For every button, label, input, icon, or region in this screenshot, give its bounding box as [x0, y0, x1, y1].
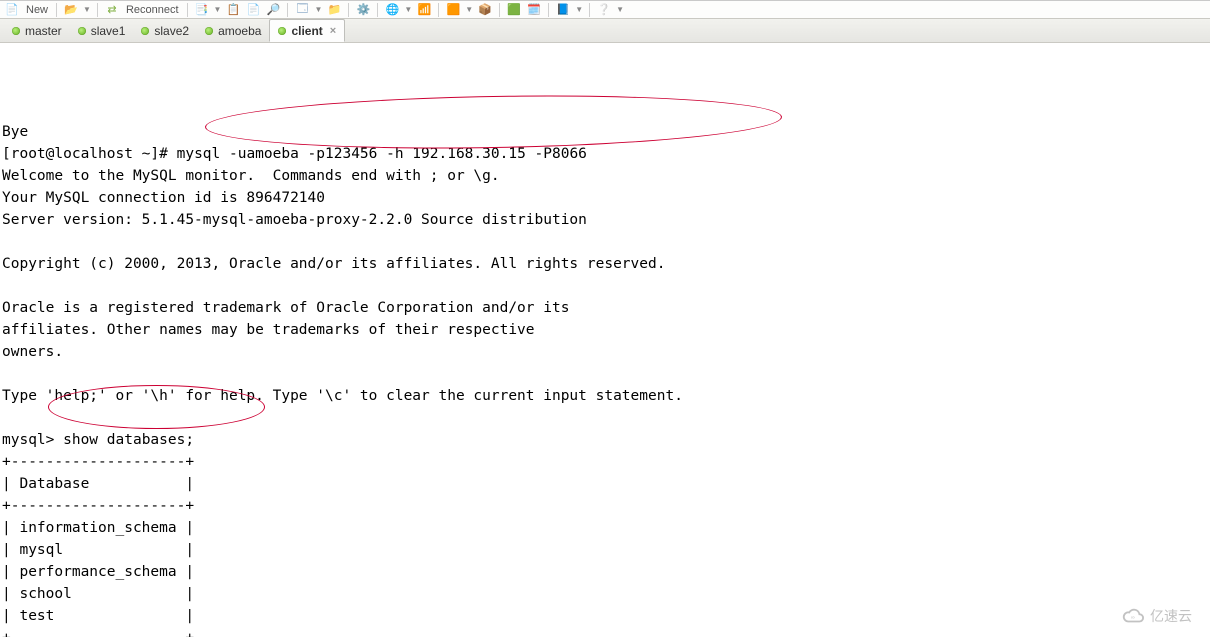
new-button[interactable]: New	[24, 4, 50, 16]
table-row: | performance_schema |	[2, 564, 194, 580]
dropdown-arrow-icon[interactable]: ▼	[465, 5, 473, 14]
terminal-line: Welcome to the MySQL monitor. Commands e…	[2, 168, 500, 184]
terminal-line: affiliates. Other names may be trademark…	[2, 322, 535, 338]
tool-icon-4[interactable]: 🔎	[265, 2, 281, 18]
tab-label: amoeba	[218, 24, 261, 38]
tool-icon-6[interactable]: 📶	[416, 2, 432, 18]
terminal-line: Type 'help;' or '\h' for help. Type '\c'…	[2, 388, 683, 404]
open-icon[interactable]: 📂	[63, 2, 79, 18]
session-tabstrip: master slave1 slave2 amoeba client ×	[0, 18, 1210, 43]
tool-icon-7[interactable]: 🟧	[445, 2, 461, 18]
tab-label: slave2	[154, 24, 189, 38]
tool-icon-1[interactable]: 📑	[194, 2, 210, 18]
watermark-text: 亿速云	[1150, 606, 1192, 626]
shell-command: mysql -uamoeba -p123456 -h 192.168.30.15…	[168, 146, 587, 162]
dropdown-arrow-icon[interactable]: ▼	[214, 5, 222, 14]
dropdown-arrow-icon[interactable]: ▼	[314, 5, 322, 14]
new-file-icon[interactable]: 📄	[4, 2, 20, 18]
table-row: | test |	[2, 608, 194, 624]
cloud-icon: ∞	[1122, 605, 1144, 627]
tool-icon-11[interactable]: 📘	[555, 2, 571, 18]
tool-icon-2[interactable]: 📋	[225, 2, 241, 18]
table-separator: +--------------------+	[2, 630, 194, 637]
tool-icon-9[interactable]: 🟩	[506, 2, 522, 18]
status-dot-icon	[12, 27, 20, 35]
close-icon[interactable]: ×	[328, 25, 336, 37]
terminal-line: Server version: 5.1.45-mysql-amoeba-prox…	[2, 212, 587, 228]
table-separator: +--------------------+	[2, 454, 194, 470]
terminal-line: Your MySQL connection id is 896472140	[2, 190, 325, 206]
help-icon[interactable]: ❔	[596, 2, 612, 18]
table-separator: +--------------------+	[2, 498, 194, 514]
table-row: | mysql |	[2, 542, 194, 558]
status-dot-icon	[78, 27, 86, 35]
watermark: ∞ 亿速云	[1122, 605, 1192, 627]
status-dot-icon	[278, 27, 286, 35]
tool-icon-8[interactable]: 📦	[477, 2, 493, 18]
reconnect-icon[interactable]: ⇄	[104, 2, 120, 18]
tool-icon-5[interactable]: 📁	[326, 2, 342, 18]
terminal-output[interactable]: Bye [root@localhost ~]# mysql -uamoeba -…	[0, 43, 1210, 637]
annotation-ellipse	[205, 91, 783, 153]
shell-prompt: [root@localhost ~]#	[2, 146, 168, 162]
reconnect-button[interactable]: Reconnect	[124, 4, 181, 16]
dropdown-arrow-icon[interactable]: ▼	[616, 5, 624, 14]
terminal-line: owners.	[2, 344, 63, 360]
table-header: | Database |	[2, 476, 194, 492]
dropdown-arrow-icon[interactable]: ▼	[575, 5, 583, 14]
tab-amoeba[interactable]: amoeba	[197, 19, 269, 42]
sql-command: show databases;	[54, 432, 194, 448]
mysql-prompt: mysql>	[2, 432, 54, 448]
tool-icon-10[interactable]: 🗓️	[526, 2, 542, 18]
settings-icon[interactable]: ⚙️	[355, 2, 371, 18]
tab-slave1[interactable]: slave1	[70, 19, 134, 42]
status-dot-icon	[141, 27, 149, 35]
terminal-line: Copyright (c) 2000, 2013, Oracle and/or …	[2, 256, 665, 272]
tab-label: client	[291, 24, 322, 38]
svg-text:∞: ∞	[1131, 615, 1135, 621]
tab-master[interactable]: master	[4, 19, 70, 42]
table-row: | information_schema |	[2, 520, 194, 536]
dropdown-arrow-icon[interactable]: ▼	[404, 5, 412, 14]
main-toolbar: 📄 New 📂 ▼ ⇄ Reconnect 📑 ▼ 📋 📄 🔎 🗔 ▼ 📁 ⚙️…	[0, 0, 1210, 18]
globe-icon[interactable]: 🌐	[384, 2, 400, 18]
dropdown-arrow-icon[interactable]: ▼	[83, 5, 91, 14]
tab-slave2[interactable]: slave2	[133, 19, 197, 42]
table-row: | school |	[2, 586, 194, 602]
terminal-line: Bye	[2, 124, 28, 140]
tab-label: slave1	[91, 24, 126, 38]
sessions-icon[interactable]: 🗔	[294, 2, 310, 18]
tab-label: master	[25, 24, 62, 38]
tab-client[interactable]: client ×	[269, 19, 345, 42]
terminal-line: Oracle is a registered trademark of Orac…	[2, 300, 569, 316]
tool-icon-3[interactable]: 📄	[245, 2, 261, 18]
status-dot-icon	[205, 27, 213, 35]
